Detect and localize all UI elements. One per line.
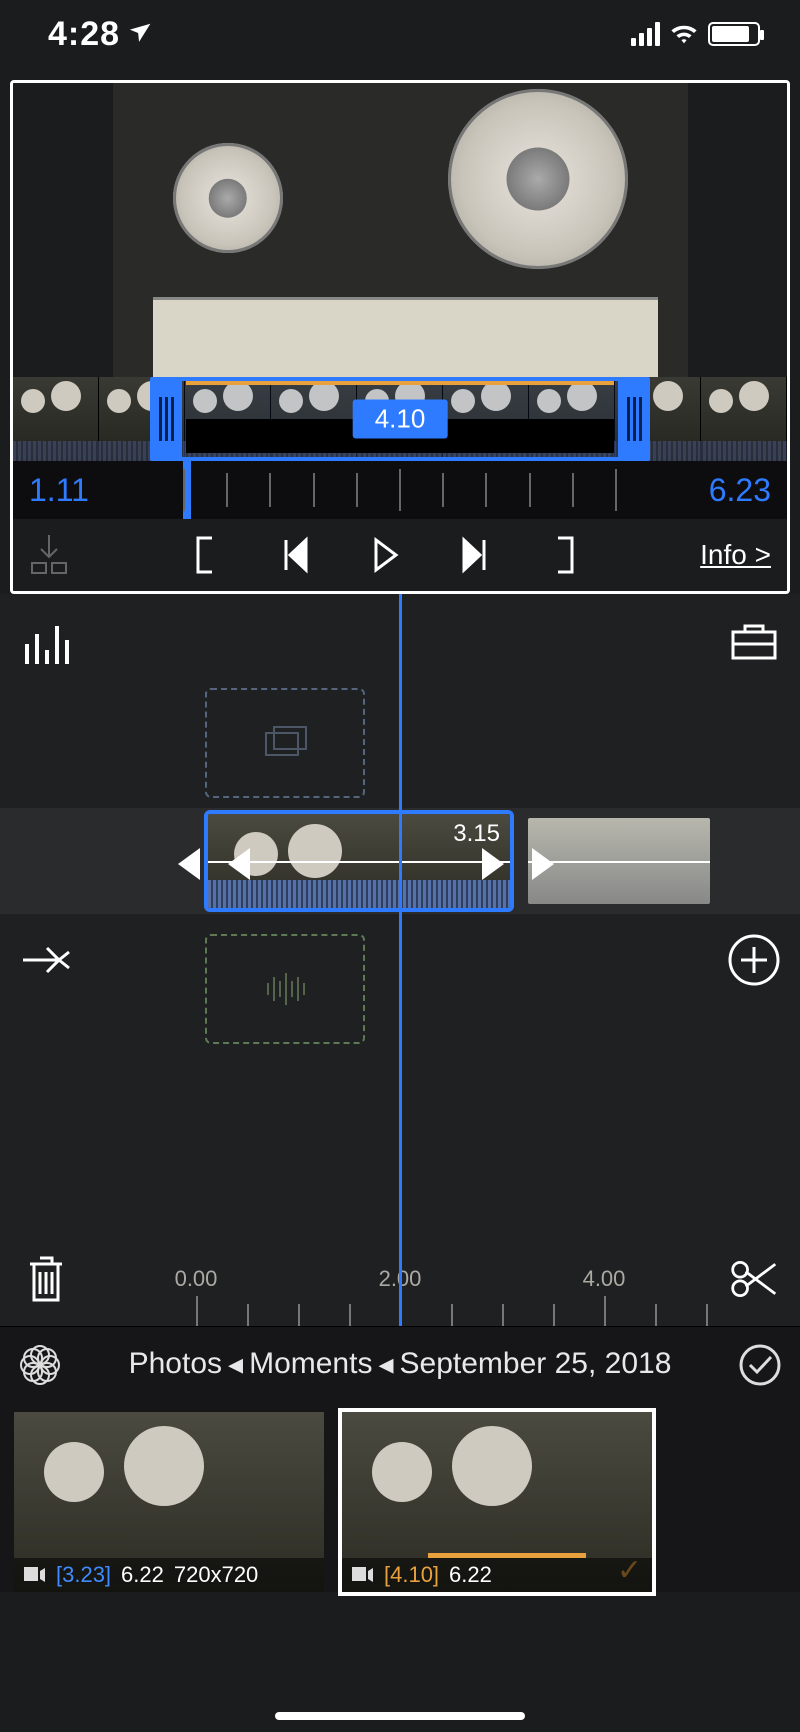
play-icon[interactable] [366,536,404,574]
video-audio-icon [350,1563,374,1587]
chevron-left-icon: ◂ [224,1347,247,1382]
crumb-mid[interactable]: Moments [249,1347,372,1382]
timeline-playhead[interactable] [399,594,402,1326]
library-rosette-icon[interactable] [18,1343,62,1387]
clip-trim-left-in[interactable] [228,848,250,880]
clip-waveform [208,880,510,908]
breadcrumb[interactable]: Photos ◂ Moments ◂ September 25, 2018 [82,1347,718,1382]
media-browser[interactable]: [3.23] 6.22 720x720 ✓ [4.10] 6.22 [0,1402,800,1592]
crumb-leaf[interactable]: September 25, 2018 [400,1347,672,1382]
trim-ruler[interactable]: 1.11 6.23 [13,461,787,519]
preview-frame [113,83,688,377]
next-frame-icon[interactable] [456,536,494,574]
status-time: 4:28 [48,15,152,54]
media-meta: [3.23] 6.22 720x720 [14,1558,324,1592]
clock: 4:28 [48,15,120,54]
media-total-duration: 6.22 [449,1562,492,1588]
clip-trim-right-in[interactable] [482,848,504,880]
media-item-selected[interactable]: ✓ [4.10] 6.22 [342,1412,652,1592]
battery-icon [708,22,760,46]
video-drop-zone[interactable] [205,688,365,798]
ruler-label: 4.00 [583,1266,626,1292]
transition-icon[interactable] [19,933,73,987]
audio-drop-zone[interactable] [205,934,365,1044]
home-indicator[interactable] [275,1712,525,1720]
trim-filmstrip[interactable]: 4.10 [13,377,787,461]
info-link[interactable]: Info > [700,539,771,571]
clip-selected[interactable]: 3.15 [204,810,514,912]
waveform-icon [260,969,310,1009]
toolbox-icon[interactable] [729,616,779,666]
media-sel-duration: [4.10] [384,1562,439,1588]
clip-adjacent[interactable] [528,818,710,904]
video-audio-icon [22,1563,46,1587]
timeline-right-tools [714,616,794,1304]
prev-frame-icon[interactable] [276,536,314,574]
select-confirm-icon[interactable] [738,1343,782,1387]
media-meta: [4.10] 6.22 [342,1558,652,1592]
location-icon [123,13,154,55]
clip-trim-right-out[interactable] [532,848,554,880]
preview-viewport[interactable] [13,83,787,377]
trim-in-handle[interactable] [150,381,182,457]
audio-levels-icon[interactable] [21,616,71,666]
status-bar: 4:28 [0,0,800,68]
trim-out-handle[interactable] [618,381,650,457]
trim-duration-badge: 4.10 [353,400,448,439]
film-icon [260,723,310,763]
media-sel-duration: [3.23] [56,1562,111,1588]
library-breadcrumb-row: Photos ◂ Moments ◂ September 25, 2018 [0,1326,800,1402]
clip-trim-left-out[interactable] [178,848,200,880]
ruler-ticks [183,469,617,511]
transport-bar: Info > [13,519,787,591]
trim-selection[interactable]: 4.10 [150,377,650,461]
chevron-left-icon: ◂ [374,1347,397,1382]
insert-down-icon[interactable] [29,533,69,577]
mark-in-icon[interactable] [186,536,224,574]
cellular-icon [631,22,660,46]
status-right [631,22,760,46]
media-total-duration: 6.22 [121,1562,164,1588]
clip-duration: 3.15 [453,820,500,848]
ruler-label: 0.00 [175,1266,218,1292]
crumb-root[interactable]: Photos [129,1347,222,1382]
mark-out-icon[interactable] [546,536,584,574]
preview-panel: 4.10 1.11 6.23 Info > [10,80,790,594]
timeline[interactable]: 3.15 0.00 2.00 4.00 [0,594,800,1326]
add-clip-icon[interactable] [727,933,781,987]
media-item[interactable]: [3.23] 6.22 720x720 [14,1412,324,1592]
media-resolution: 720x720 [174,1562,258,1588]
in-time: 1.11 [29,472,89,509]
out-time: 6.23 [709,472,771,509]
timeline-left-tools [6,616,86,1304]
wifi-icon [670,23,698,45]
